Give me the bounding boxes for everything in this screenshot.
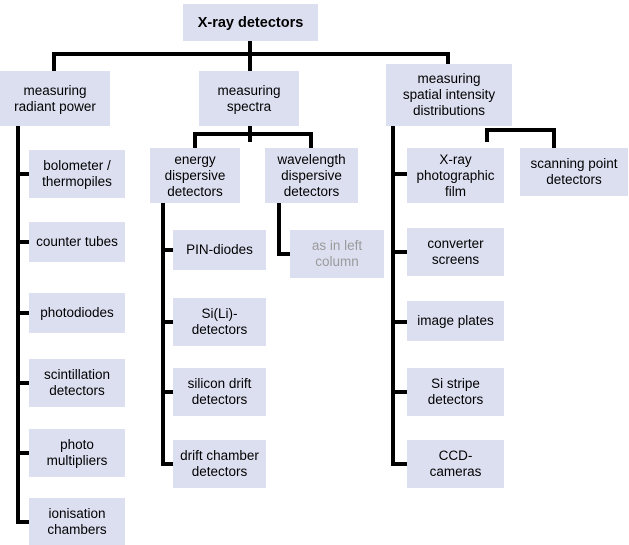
node-leaf-converter-screens[interactable]: converter screens [407,228,504,276]
connector-spine-sub-1-0 [161,203,165,466]
node-leaf-silicon-drift-detectors[interactable]: silicon drift detectors [173,368,266,416]
node-leaf-ionisation-chambers[interactable]: ionisation chambers [29,498,125,545]
node-leaf-pin-diodes[interactable]: PIN-diodes [173,230,266,270]
node-leaf-bolometer-thermopiles[interactable]: bolometer / thermopiles [29,150,125,198]
node-leaf-si-li-detectors[interactable]: Si(Li)- detectors [173,298,266,346]
node-leaf-as-in-left-column[interactable]: as in left column [290,230,384,278]
node-leaf-photodiodes[interactable]: photodiodes [29,293,125,333]
connector-side-up-branch-2 [485,128,489,142]
node-root-x-ray-detectors[interactable]: X-ray detectors [183,4,318,41]
connector-tick-b2-3 [391,390,407,394]
node-leaf-scintillation-detectors[interactable]: scintillation detectors [29,359,125,407]
connector-tick-b2-0 [391,172,407,176]
connector-drop-branch-1 [248,52,252,72]
node-leaf-drift-chamber-detectors[interactable]: drift chamber detectors [173,440,266,488]
node-subbranch-energy-dispersive-detectors[interactable]: energy dispersive detectors [150,148,240,203]
connector-tick-b2-4 [391,462,407,466]
node-leaf-image-plates[interactable]: image plates [407,301,504,341]
node-leaf-si-stripe-detectors[interactable]: Si stripe detectors [407,368,504,416]
connector-spine-branch-0 [16,126,20,524]
node-branch-measuring-spatial-intensity[interactable]: measuring spatial intensity distribution… [386,64,512,126]
node-leaf-x-ray-photographic-film[interactable]: X-ray photographic film [407,148,504,203]
connector-spine-branch-2 [391,126,395,466]
node-leaf-counter-tubes[interactable]: counter tubes [29,222,125,262]
connector-spine-sub-1-1 [277,203,281,256]
diagram-canvas: X-ray detectors measuring radiant power … [0,0,629,545]
connector-side-bus-branch-2 [485,128,556,132]
connector-branch-1-bus [193,132,313,136]
connector-drop-branch-0 [52,52,56,72]
node-leaf-ccd-cameras[interactable]: CCD- cameras [407,440,504,488]
node-branch-measuring-spectra[interactable]: measuring spectra [199,71,299,126]
node-branch-measuring-radiant-power[interactable]: measuring radiant power [0,71,110,126]
connector-tick-b2-1 [391,250,407,254]
node-leaf-photo-multipliers[interactable]: photo multipliers [29,429,125,477]
connector-tick-b2-2 [391,320,407,324]
connector-side-drop-branch-2 [552,128,556,148]
node-subbranch-wavelength-dispersive-detectors[interactable]: wavelength dispersive detectors [265,148,358,203]
node-leaf-scanning-point-detectors[interactable]: scanning point detectors [520,148,628,196]
